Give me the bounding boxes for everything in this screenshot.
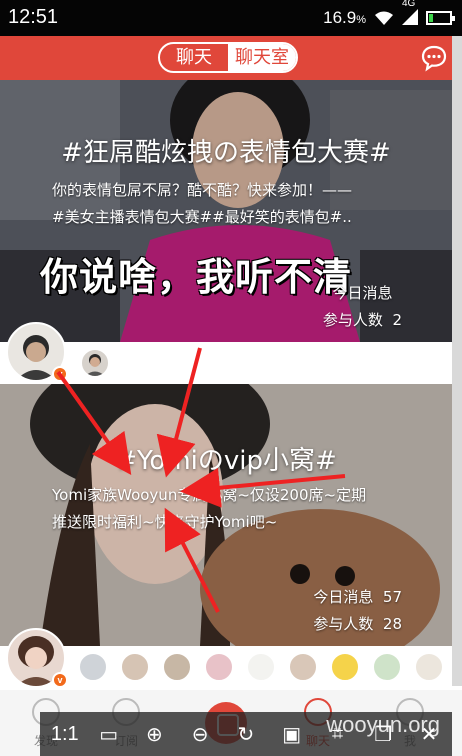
room-card-1[interactable]: #狂屌酷炫拽の表情包大赛# 你的表情包屌不屌？酷不酷？快来参加！—— #美女主播… [0,80,452,342]
network-icon: 4G [402,0,418,28]
tab-chatroom[interactable]: 聊天室 [228,44,296,71]
member-avatar[interactable] [372,652,402,682]
room-description-line: 推送限时福利~快来守护Yomi吧~ [52,513,278,531]
member-avatar[interactable] [330,652,360,682]
today-messages: 今日消息 [332,284,393,302]
room-description: Yomi家族Wooyun专属小窝~仅设200席~定期 推送限时福利~快来守护Yo… [52,482,412,536]
right-edge-background [452,36,462,686]
chat-bubble-icon[interactable] [420,44,448,72]
member-avatar[interactable] [162,652,192,682]
rotate-icon[interactable]: ↻ [234,722,258,747]
member-avatar[interactable] [80,348,110,378]
status-indicators: 16.9% 4G [323,0,455,28]
room-description-line: #美女主播表情包大赛##最好笑的表情包#.. [52,208,352,226]
tab-chat[interactable]: 聊天 [160,44,228,71]
wifi-icon [375,11,393,25]
verified-badge: v [52,366,68,382]
room-description: 你的表情包屌不屌？酷不酷？快来参加！—— #美女主播表情包大赛##最好笑的表情包… [52,177,412,231]
member-avatar[interactable] [78,652,108,682]
room-title: #狂屌酷炫拽の表情包大赛# [61,138,391,168]
member-avatar[interactable] [204,652,234,682]
room-title: #Yomiのvip小窝# [115,446,337,476]
participants-count: 参与人数 2 [322,311,402,329]
room-description-line: Yomi家族Wooyun专属小窝~仅设200席~定期 [52,486,367,504]
today-messages: 今日消息 57 [313,588,402,606]
room-members-1: v [0,322,452,384]
status-time: 12:51 [8,6,59,28]
status-bar: 12:51 16.9% 4G [0,0,462,36]
member-avatar[interactable] [288,652,318,682]
member-avatar[interactable] [120,652,150,682]
top-header: 聊天 聊天室 [0,36,462,80]
room-card-2[interactable]: #Yomiのvip小窝# Yomi家族Wooyun专属小窝~仅设200席~定期 … [0,384,452,646]
battery-percent: 16.9% [323,8,366,27]
zoom-in-icon[interactable]: ⊕ [142,722,166,747]
battery-icon [426,11,455,25]
member-avatar[interactable] [414,652,444,682]
meme-caption: 你说啥，我听不清 [40,255,353,299]
fit-screen-icon[interactable]: ▭ [97,722,121,747]
save-icon[interactable]: ▣ [280,722,304,747]
participants-count: 参与人数 28 [313,615,402,633]
member-avatar[interactable] [246,652,276,682]
chat-mode-toggle: 聊天 聊天室 [158,42,298,73]
zoom-out-icon[interactable]: ⊖ [188,722,212,747]
watermark: wooyun.org [326,712,440,737]
zoom-actual-size-button[interactable]: 1:1 [51,723,79,746]
room-members-2: v [0,628,452,690]
verified-badge: v [52,672,68,688]
room-description-line: 你的表情包屌不屌？酷不酷？快来参加！—— [52,181,353,199]
